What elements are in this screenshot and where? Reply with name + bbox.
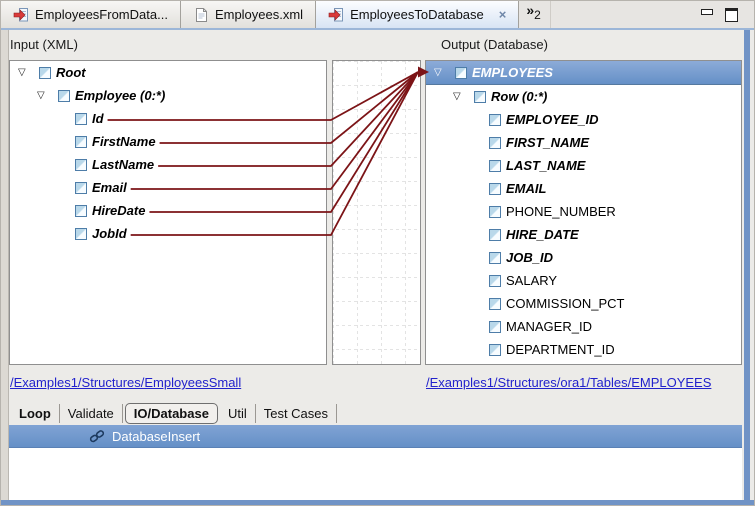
tab-label: Employees.xml [215,7,303,22]
close-icon[interactable]: × [499,8,507,21]
overflow-count: 2 [534,8,541,22]
input-structure-link[interactable]: /Examples1/Structures/EmployeesSmall [10,375,241,390]
input-panel-title: Input (XML) [10,37,78,52]
tree-item-job-id[interactable]: JOB_ID [426,246,741,269]
node-icon [489,183,501,195]
node-icon [58,90,70,102]
node-icon [489,137,501,149]
tab-test-cases[interactable]: Test Cases [256,404,337,423]
left-margin-strip [1,30,9,500]
tree-item-email-col[interactable]: EMAIL [426,177,741,200]
tree-item-salary[interactable]: SALARY [426,269,741,292]
view-toolbar [701,1,754,28]
output-database-tree: ▽ EMPLOYEES ▽ Row (0:*) EMPLOYEE_ID FIRS… [425,60,742,365]
mapping-icon [13,7,29,23]
expander-icon[interactable]: ▽ [15,67,39,78]
tab-employees-from-data[interactable]: EmployeesFromData... [1,1,181,28]
xml-file-icon [193,7,209,23]
tab-validate[interactable]: Validate [60,404,123,423]
node-icon [489,344,501,356]
tree-item-employees-table[interactable]: ▽ EMPLOYEES [426,61,741,85]
expander-icon[interactable]: ▽ [34,90,58,101]
node-icon [75,228,87,240]
node-icon [75,182,87,194]
tab-employees-to-database[interactable]: EmployeesToDatabase × [316,1,519,28]
tree-item-first-name[interactable]: FIRST_NAME [426,131,741,154]
tree-item-hire-date[interactable]: HIRE_DATE [426,223,741,246]
node-icon [75,159,87,171]
node-icon [474,91,486,103]
minimize-icon[interactable] [701,9,713,15]
expander-icon[interactable]: ▽ [431,67,455,78]
tab-loop[interactable]: Loop [11,404,60,423]
tree-item-root[interactable]: ▽ Root [10,61,326,84]
tab-label: EmployeesToDatabase [350,7,484,22]
tab-io-database[interactable]: IO/Database [125,403,218,424]
node-icon [489,206,501,218]
tree-item-employee[interactable]: ▽ Employee (0:*) [10,84,326,107]
operations-list: DatabaseInsert [9,425,742,500]
tree-item-manager-id[interactable]: MANAGER_ID [426,315,741,338]
tree-item-employee-id[interactable]: EMPLOYEE_ID [426,108,741,131]
chain-link-icon [89,428,105,444]
tree-item-id[interactable]: Id [10,107,326,130]
tree-item-row[interactable]: ▽ Row (0:*) [426,85,741,108]
tab-employees-xml[interactable]: Employees.xml [181,1,316,28]
mapping-icon [328,7,344,23]
output-panel-title: Output (Database) [441,37,548,52]
maximize-icon[interactable] [725,8,738,22]
node-icon [39,67,51,79]
tab-util[interactable]: Util [220,404,256,423]
node-icon [75,113,87,125]
editor-tabbar: EmployeesFromData... Employees.xml Emplo… [1,1,754,30]
tree-item-commission-pct[interactable]: COMMISSION_PCT [426,292,741,315]
node-icon [489,114,501,126]
tree-item-last-name[interactable]: LAST_NAME [426,154,741,177]
grid-pattern [333,61,420,364]
expander-icon[interactable]: ▽ [450,91,474,102]
operation-label: DatabaseInsert [112,429,200,444]
tree-item-department-id[interactable]: DEPARTMENT_ID [426,338,741,361]
tab-overflow-indicator[interactable]: » 2 [519,1,550,28]
mapping-editor-window: EmployeesFromData... Employees.xml Emplo… [0,0,755,506]
chevron-right-icon: » [526,3,534,17]
node-icon [455,67,467,79]
output-structure-link[interactable]: /Examples1/Structures/ora1/Tables/EMPLOY… [426,375,711,390]
tree-item-jobid[interactable]: JobId [10,222,326,245]
tree-item-hiredate[interactable]: HireDate [10,199,326,222]
node-icon [489,252,501,264]
node-icon [75,205,87,217]
node-icon [489,275,501,287]
input-xml-tree: ▽ Root ▽ Employee (0:*) Id FirstName Las… [9,60,327,365]
tree-item-lastname[interactable]: LastName [10,153,326,176]
editor-bottom-border [1,500,755,506]
tab-label: EmployeesFromData... [35,7,168,22]
mapping-canvas [332,60,421,365]
node-icon [489,321,501,333]
editor-right-border [744,30,750,501]
node-icon [75,136,87,148]
tree-item-phone-number[interactable]: PHONE_NUMBER [426,200,741,223]
operation-database-insert[interactable]: DatabaseInsert [9,425,742,448]
node-icon [489,298,501,310]
node-icon [489,229,501,241]
tree-item-email[interactable]: Email [10,176,326,199]
tree-item-firstname[interactable]: FirstName [10,130,326,153]
node-icon [489,160,501,172]
function-tabbar: Loop Validate IO/Database Util Test Case… [11,402,337,424]
